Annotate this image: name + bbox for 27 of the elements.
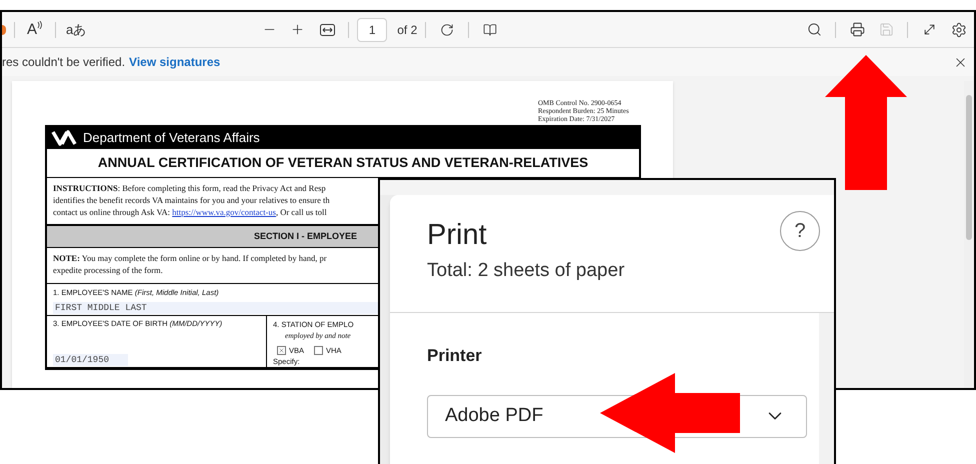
sound-waves-icon xyxy=(37,20,44,28)
translate-button[interactable]: aあ xyxy=(64,20,88,40)
printer-label: Printer xyxy=(427,345,483,367)
view-signatures-link[interactable]: View signatures xyxy=(129,53,220,71)
checkbox[interactable] xyxy=(277,346,286,355)
dialog-summary: Total: 2 sheets of paper xyxy=(427,259,625,283)
contact-link[interactable]: https://www.va.gov/contact-us xyxy=(172,206,276,218)
help-button[interactable]: ? xyxy=(780,211,820,251)
date-of-birth-field[interactable]: 01/01/1950 xyxy=(53,354,128,366)
note-text: NOTE: You may complete the form online or by hand. If completed by hand, pr xyxy=(53,252,327,264)
scrollbar[interactable] xyxy=(819,313,834,464)
instructions-text: contact us online through Ask VA: xyxy=(53,206,172,218)
checkbox[interactable] xyxy=(314,346,324,355)
agency-name: Department of Veterans Affairs xyxy=(83,129,260,148)
va-logo-icon xyxy=(51,130,77,146)
dialog-title: Print xyxy=(427,218,488,253)
instructions-text: , Or call us toll xyxy=(276,206,327,218)
page-count: of 2 xyxy=(397,22,418,38)
instructions-text: INSTRUCTIONS: Before completing this form, read the Privacy Act and Resp xyxy=(53,182,326,194)
read-aloud-button[interactable]: A xyxy=(23,18,48,40)
highlight-icon[interactable] xyxy=(2,24,6,34)
info-message: res couldn't be verified. xyxy=(2,54,126,71)
page-number-field[interactable]: 1 xyxy=(357,18,388,42)
section-heading: SECTION I - EMPLOYEE xyxy=(254,230,358,243)
cross-icon xyxy=(278,346,285,354)
instructions-text: identifies the benefit records VA maintains for you and your relatives to ensure th xyxy=(53,194,330,206)
note-text: expedite processing of the form. xyxy=(53,264,163,276)
